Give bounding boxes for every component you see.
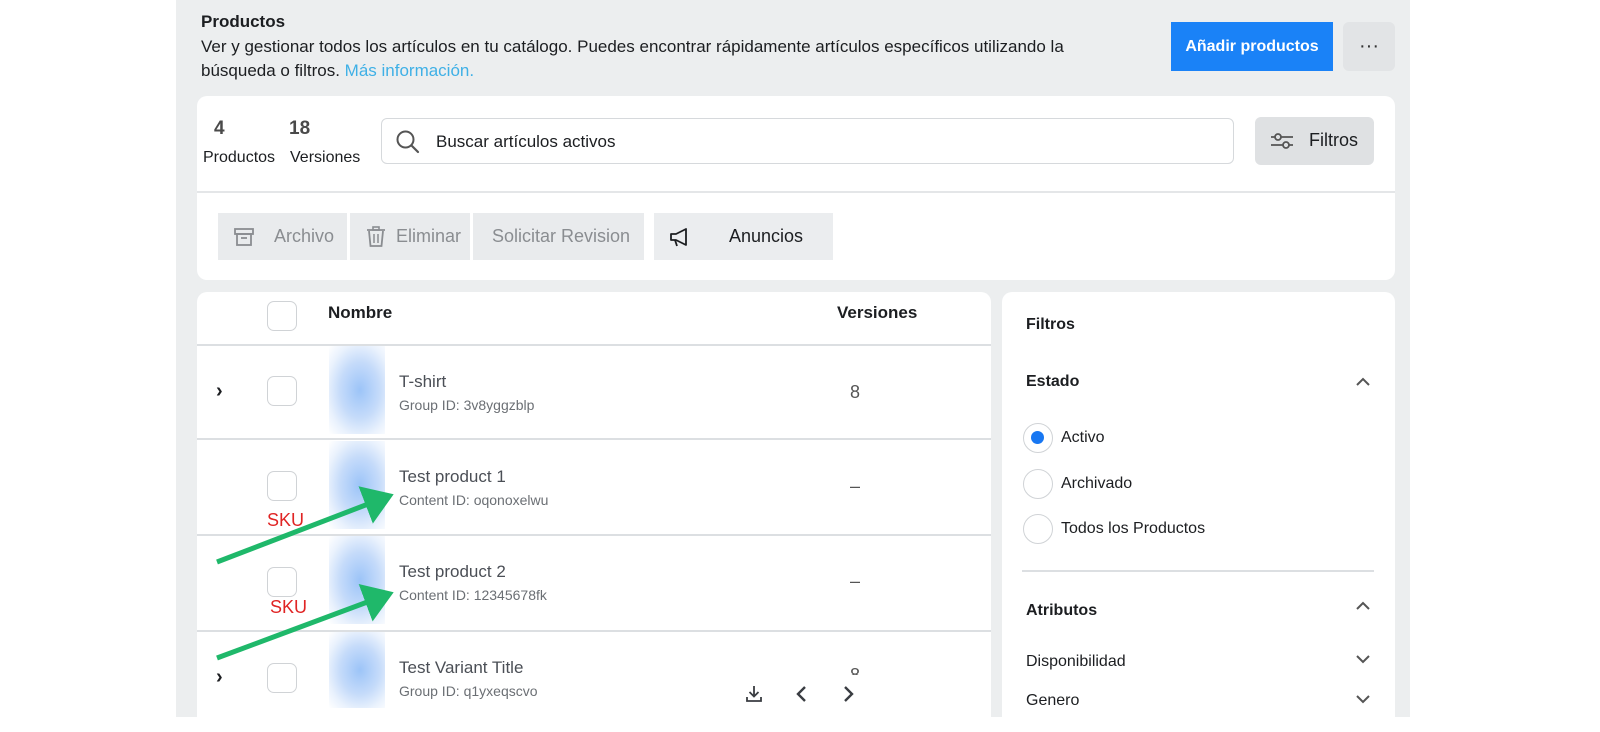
chevron-down-icon[interactable] (1355, 692, 1371, 710)
radio-active[interactable] (1023, 423, 1053, 453)
chevron-up-icon[interactable] (1355, 598, 1371, 616)
chevron-up-icon[interactable] (1355, 374, 1371, 392)
radio-archived[interactable] (1023, 469, 1053, 499)
filters-panel-title: Filtros (1026, 316, 1075, 333)
status-option-all[interactable]: Todos los Productos (1061, 520, 1205, 538)
attributes-heading[interactable]: Atributos (1026, 602, 1097, 620)
status-option-archived[interactable]: Archivado (1061, 475, 1132, 493)
status-heading[interactable]: Estado (1026, 373, 1079, 391)
status-option-active[interactable]: Activo (1061, 429, 1105, 447)
attribute-gender[interactable]: Genero (1026, 692, 1079, 710)
chevron-down-icon[interactable] (1355, 652, 1371, 670)
sku-annotation: SKU (270, 597, 308, 617)
attribute-availability[interactable]: Disponibilidad (1026, 653, 1126, 671)
filters-divider (1022, 570, 1374, 572)
radio-all-products[interactable] (1023, 514, 1053, 544)
sku-annotation: SKU (267, 510, 305, 530)
